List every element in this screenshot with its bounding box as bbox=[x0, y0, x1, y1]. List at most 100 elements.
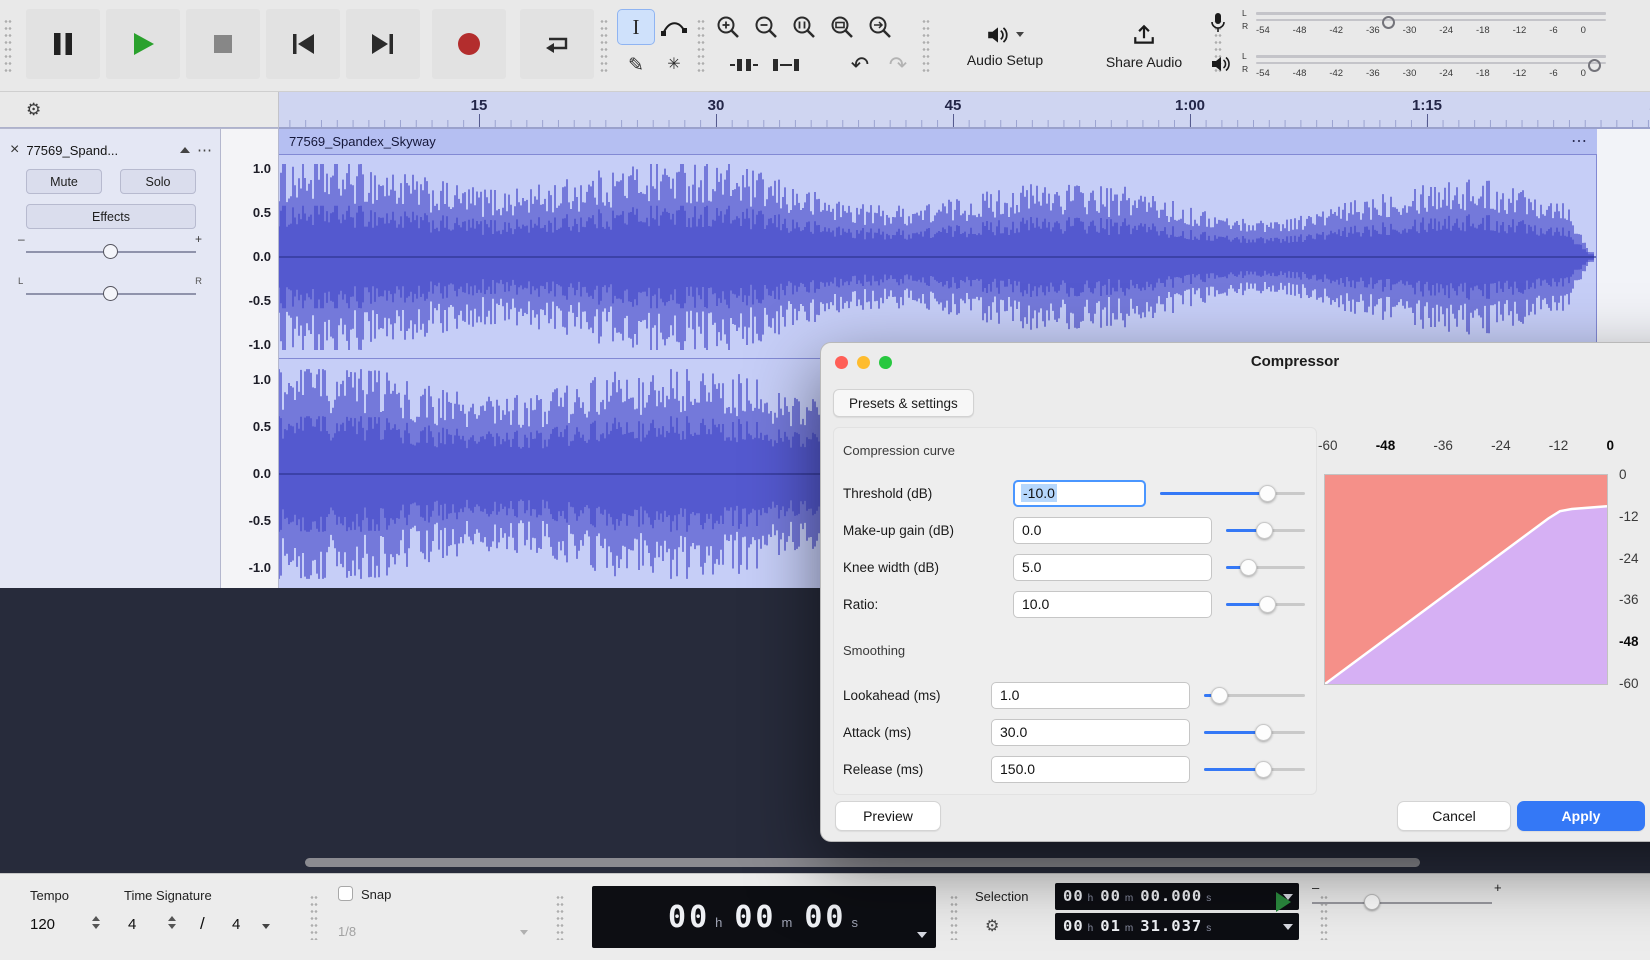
attack-slider[interactable] bbox=[1204, 718, 1305, 746]
makeup-gain-slider[interactable] bbox=[1226, 516, 1305, 544]
toolbar-grip[interactable] bbox=[600, 18, 608, 74]
slider-thumb[interactable] bbox=[1255, 760, 1273, 778]
lookahead-slider[interactable] bbox=[1204, 681, 1305, 709]
slider-thumb[interactable] bbox=[1255, 723, 1273, 741]
close-track-button[interactable]: × bbox=[10, 142, 19, 158]
play-button[interactable] bbox=[106, 9, 180, 79]
playback-meter[interactable]: LR -54 -48 -42 -36 -30 -24 -18 -12 -6 0 bbox=[1210, 47, 1640, 87]
clip-header[interactable]: 77569_Spandex_Skyway ⋯ bbox=[279, 129, 1597, 155]
release-slider[interactable] bbox=[1204, 755, 1305, 783]
track-menu-button[interactable]: ⋯ bbox=[197, 143, 212, 158]
knee-width-input[interactable] bbox=[1013, 553, 1212, 581]
selection-end-display[interactable]: 00 h 01 m 31.037 s bbox=[1055, 913, 1299, 940]
timesig-stepper[interactable] bbox=[168, 916, 176, 929]
multi-tool-button[interactable]: ✳ bbox=[656, 48, 692, 82]
share-audio-button[interactable]: Share Audio bbox=[1082, 6, 1206, 86]
play-speed-thumb[interactable] bbox=[1364, 894, 1380, 910]
draw-tool-button[interactable]: ✎ bbox=[618, 48, 654, 82]
gain-slider[interactable] bbox=[26, 244, 196, 260]
timeline-gear-icon[interactable]: ⚙ bbox=[26, 100, 41, 120]
horizontal-scrollbar[interactable] bbox=[305, 858, 1420, 867]
timesig-denominator[interactable]: 4 bbox=[232, 916, 240, 933]
undo-button[interactable]: ↶ bbox=[842, 48, 878, 82]
threshold-input[interactable]: -10.0 bbox=[1013, 479, 1146, 507]
attack-input[interactable] bbox=[991, 718, 1190, 746]
selection-gear-icon[interactable]: ⚙ bbox=[985, 916, 999, 936]
clip-menu-button[interactable]: ⋯ bbox=[1571, 133, 1587, 150]
timesig-dropdown-icon[interactable] bbox=[262, 924, 270, 929]
bottombar-grip[interactable] bbox=[556, 894, 564, 940]
slider-thumb[interactable] bbox=[1259, 595, 1277, 613]
record-button[interactable] bbox=[432, 9, 506, 79]
selection-tool-button[interactable]: I bbox=[617, 9, 655, 45]
pan-slider-thumb[interactable] bbox=[103, 286, 118, 301]
slider-thumb[interactable] bbox=[1210, 686, 1228, 704]
waveform[interactable] bbox=[279, 155, 1596, 359]
solo-button[interactable]: Solo bbox=[120, 169, 196, 194]
dialog-titlebar[interactable]: Compressor bbox=[821, 343, 1650, 381]
slider-thumb[interactable] bbox=[1240, 558, 1258, 576]
audio-position-display[interactable]: 00 h 00 m 00 s bbox=[592, 886, 936, 948]
snap-dropdown-icon[interactable] bbox=[520, 930, 528, 935]
apply-button[interactable]: Apply bbox=[1517, 801, 1645, 831]
silence-audio-button[interactable] bbox=[768, 48, 804, 82]
microphone-icon bbox=[1211, 13, 1225, 32]
toolbar-grip[interactable] bbox=[697, 18, 705, 74]
timeline-ruler[interactable]: 1530451:001:151:30 bbox=[279, 92, 1650, 128]
timesig-numerator[interactable]: 4 bbox=[128, 916, 136, 933]
play-speed-slider[interactable] bbox=[1312, 902, 1492, 904]
waveform-channel-left[interactable] bbox=[279, 155, 1597, 359]
loop-button[interactable] bbox=[520, 9, 594, 79]
lookahead-input[interactable] bbox=[991, 681, 1190, 709]
time-segment: 31.037 s bbox=[1140, 917, 1212, 935]
bottombar-grip[interactable] bbox=[1320, 894, 1328, 940]
skip-to-start-button[interactable] bbox=[266, 9, 340, 79]
effects-button[interactable]: Effects bbox=[26, 204, 196, 229]
cancel-button[interactable]: Cancel bbox=[1397, 801, 1511, 831]
audio-setup-button[interactable]: Audio Setup bbox=[938, 6, 1072, 86]
vertical-scale-ruler[interactable]: 1.0 0.5 0.0 -0.5 -1.0 1.0 0.5 0.0 -0.5 -1.0 bbox=[221, 128, 279, 588]
recording-meter[interactable]: LR -54 -48 -42 -36 -30 -24 -18 -12 -6 0 bbox=[1210, 4, 1640, 44]
release-input[interactable] bbox=[991, 755, 1190, 783]
mute-button[interactable]: Mute bbox=[26, 169, 102, 194]
makeup-gain-input[interactable] bbox=[1013, 516, 1212, 544]
toolbar-grip[interactable] bbox=[4, 18, 12, 74]
tempo-value[interactable]: 120 bbox=[30, 916, 55, 933]
zoom-selection-button[interactable] bbox=[786, 10, 822, 44]
time-segment: 00 h bbox=[668, 899, 723, 935]
envelope-tool-button[interactable] bbox=[656, 10, 692, 44]
ratio-slider[interactable] bbox=[1226, 590, 1305, 618]
selection-start-display[interactable]: 00 h 00 m 00.000 s bbox=[1055, 883, 1299, 910]
skip-to-end-button[interactable] bbox=[346, 9, 420, 79]
time-format-dropdown-icon[interactable] bbox=[917, 932, 927, 938]
slider-thumb[interactable] bbox=[1255, 521, 1273, 539]
presets-settings-button[interactable]: Presets & settings bbox=[833, 389, 974, 417]
toolbar-grip[interactable] bbox=[922, 18, 930, 74]
play-at-speed-icon[interactable] bbox=[1276, 892, 1291, 912]
selection-end-dropdown-icon[interactable] bbox=[1283, 924, 1293, 930]
ratio-input[interactable] bbox=[1013, 590, 1212, 618]
knee-width-slider[interactable] bbox=[1226, 553, 1305, 581]
pan-slider[interactable] bbox=[26, 286, 196, 302]
bottombar-grip[interactable] bbox=[310, 894, 318, 940]
snap-checkbox[interactable] bbox=[338, 886, 353, 901]
axis-label: -48 bbox=[1619, 634, 1639, 650]
preview-button[interactable]: Preview bbox=[835, 801, 941, 831]
stop-button[interactable] bbox=[186, 9, 260, 79]
tempo-stepper[interactable] bbox=[92, 916, 100, 929]
zoom-toggle-button[interactable] bbox=[862, 10, 898, 44]
zoom-fit-project-button[interactable] bbox=[824, 10, 860, 44]
snap-value[interactable]: 1/8 bbox=[338, 924, 356, 939]
trim-audio-button[interactable] bbox=[726, 48, 762, 82]
zoom-in-button[interactable] bbox=[710, 10, 746, 44]
redo-button[interactable]: ↷ bbox=[880, 48, 916, 82]
meter-scale-label: -30 bbox=[1402, 25, 1417, 36]
collapse-track-icon[interactable] bbox=[180, 147, 190, 153]
slider-thumb[interactable] bbox=[1258, 484, 1276, 502]
bottombar-grip[interactable] bbox=[950, 894, 958, 940]
zoom-out-button[interactable] bbox=[748, 10, 784, 44]
pause-button[interactable] bbox=[26, 9, 100, 79]
track-name[interactable]: 77569_Spand... bbox=[26, 143, 173, 158]
gain-slider-thumb[interactable] bbox=[103, 244, 118, 259]
threshold-slider[interactable] bbox=[1160, 479, 1305, 507]
